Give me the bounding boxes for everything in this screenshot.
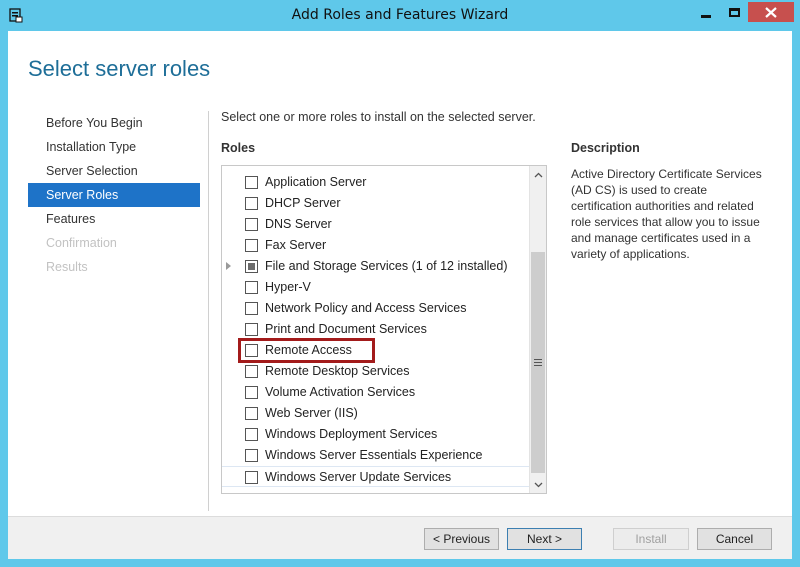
role-checkbox[interactable] bbox=[245, 365, 258, 378]
roles-scrollbar[interactable] bbox=[529, 166, 546, 493]
role-row[interactable]: Volume Activation Services bbox=[222, 382, 530, 403]
page-title: Select server roles bbox=[28, 56, 211, 81]
role-checkbox[interactable] bbox=[245, 197, 258, 210]
next-button[interactable]: Next > bbox=[507, 528, 582, 550]
close-icon bbox=[765, 6, 777, 18]
scroll-up-button[interactable] bbox=[530, 166, 546, 183]
role-label: Windows Server Essentials Experience bbox=[265, 448, 483, 462]
nav-item-features[interactable]: Features bbox=[28, 207, 200, 231]
chevron-down-icon bbox=[534, 482, 542, 487]
role-label: Network Policy and Access Services bbox=[265, 301, 467, 315]
role-row[interactable]: Windows Server Essentials Experience bbox=[222, 445, 530, 466]
role-row[interactable]: File and Storage Services (1 of 12 insta… bbox=[222, 256, 530, 277]
title-bar[interactable]: Add Roles and Features Wizard bbox=[0, 0, 800, 31]
cancel-button[interactable]: Cancel bbox=[697, 528, 772, 550]
role-checkbox[interactable] bbox=[245, 239, 258, 252]
role-row[interactable]: DHCP Server bbox=[222, 193, 530, 214]
role-checkbox[interactable] bbox=[245, 386, 258, 399]
grip-icon bbox=[534, 359, 542, 366]
nav-item-installation-type[interactable]: Installation Type bbox=[28, 135, 200, 159]
wizard-nav: Before You Begin Installation Type Serve… bbox=[28, 111, 200, 279]
role-row[interactable]: Web Server (IIS) bbox=[222, 403, 530, 424]
role-row[interactable]: Hyper-V bbox=[222, 277, 530, 298]
role-checkbox[interactable] bbox=[245, 281, 258, 294]
role-checkbox[interactable] bbox=[245, 218, 258, 231]
role-checkbox[interactable] bbox=[245, 449, 258, 462]
role-label: Volume Activation Services bbox=[265, 385, 416, 399]
role-row[interactable]: Remote Access bbox=[222, 338, 530, 363]
role-row[interactable]: Print and Document Services bbox=[222, 319, 530, 340]
role-label: Fax Server bbox=[265, 238, 327, 252]
nav-item-server-roles[interactable]: Server Roles bbox=[28, 183, 200, 207]
role-label: Application Server bbox=[265, 175, 367, 189]
close-button[interactable] bbox=[748, 2, 794, 22]
description-text: Active Directory Certificate Services (A… bbox=[571, 167, 762, 261]
expand-arrow-icon[interactable] bbox=[226, 262, 231, 270]
role-row[interactable]: Network Policy and Access Services bbox=[222, 298, 530, 319]
minimize-button[interactable] bbox=[693, 2, 719, 22]
role-label: Windows Deployment Services bbox=[265, 427, 438, 441]
instruction-text: Select one or more roles to install on t… bbox=[221, 110, 536, 124]
role-label: Remote Desktop Services bbox=[265, 364, 410, 378]
role-row[interactable]: Windows Deployment Services bbox=[222, 424, 530, 445]
role-checkbox[interactable] bbox=[245, 302, 258, 315]
nav-item-before-you-begin[interactable]: Before You Begin bbox=[28, 111, 200, 135]
previous-button[interactable]: < Previous bbox=[424, 528, 499, 550]
role-label: Hyper-V bbox=[265, 280, 311, 294]
role-checkbox[interactable] bbox=[245, 407, 258, 420]
role-row[interactable]: Fax Server bbox=[222, 235, 530, 256]
chevron-up-icon bbox=[534, 172, 542, 177]
scroll-thumb[interactable] bbox=[531, 252, 545, 473]
role-label: DHCP Server bbox=[265, 196, 341, 210]
wizard-footer: < Previous Next > Install Cancel bbox=[8, 516, 792, 559]
wizard-window: Add Roles and Features Wizard Select ser… bbox=[0, 0, 800, 567]
wizard-client-area: Select server roles Before You Begin Ins… bbox=[8, 31, 792, 559]
description-header: Description bbox=[571, 141, 640, 155]
maximize-button[interactable] bbox=[721, 2, 747, 22]
role-row[interactable]: Application Server bbox=[222, 172, 530, 193]
role-checkbox[interactable] bbox=[245, 428, 258, 441]
role-label: Windows Server Update Services bbox=[265, 470, 452, 484]
role-label: Print and Document Services bbox=[265, 322, 427, 336]
nav-item-server-selection[interactable]: Server Selection bbox=[28, 159, 200, 183]
window-title: Add Roles and Features Wizard bbox=[291, 7, 509, 23]
role-checkbox[interactable] bbox=[245, 176, 258, 189]
role-row[interactable]: Remote Desktop Services bbox=[222, 361, 530, 382]
nav-item-results: Results bbox=[46, 260, 88, 274]
roles-list[interactable]: Application Server DHCP Server DNS Server F… bbox=[221, 165, 547, 494]
role-row[interactable]: DNS Server bbox=[222, 214, 530, 235]
highlight-box bbox=[238, 338, 375, 363]
scroll-down-button[interactable] bbox=[530, 476, 546, 493]
role-row[interactable]: Windows Server Update Services bbox=[222, 466, 530, 487]
roles-header: Roles bbox=[221, 141, 256, 155]
role-label: Web Server (IIS) bbox=[265, 406, 358, 420]
nav-item-confirmation: Confirmation bbox=[46, 236, 117, 250]
install-button: Install bbox=[613, 528, 689, 550]
role-checkbox[interactable] bbox=[245, 471, 258, 484]
maximize-icon bbox=[728, 7, 740, 17]
role-label: File and Storage Services (1 of 12 insta… bbox=[265, 259, 508, 273]
role-checkbox[interactable] bbox=[245, 260, 258, 273]
minimize-icon bbox=[701, 14, 711, 18]
nav-divider bbox=[208, 111, 209, 511]
role-label: DNS Server bbox=[265, 217, 332, 231]
roles-list-items: Application Server DHCP Server DNS Server F… bbox=[222, 172, 530, 487]
role-checkbox[interactable] bbox=[245, 323, 258, 336]
